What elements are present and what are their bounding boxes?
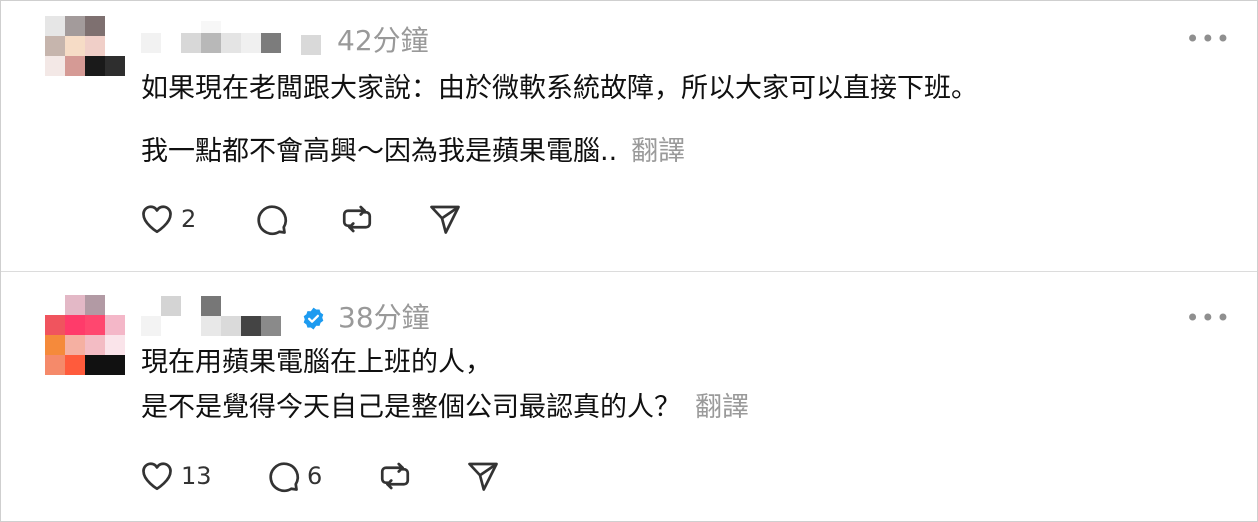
repost-icon [380, 462, 410, 490]
post-timestamp: 42分鐘 [337, 24, 429, 57]
threads-reply-list: 42分鐘 ••• 如果現在老闆跟大家說：由於微軟系統故障，所以大家可以直接下班。… [0, 0, 1258, 522]
reply-post: 38分鐘 ••• 現在用蘋果電腦在上班的人， 是不是覺得今天自己是整個公司最認真… [1, 272, 1257, 521]
heart-icon [142, 462, 172, 491]
send-icon [468, 462, 498, 491]
heart-icon [142, 205, 172, 234]
repost-icon [342, 205, 372, 233]
share-button[interactable] [427, 201, 463, 237]
comment-icon [257, 205, 288, 236]
post-timestamp: 38分鐘 [338, 301, 430, 334]
repost-button[interactable] [339, 201, 375, 237]
post-text-line: 是不是覺得今天自己是整個公司最認真的人？ 翻譯 [141, 391, 749, 425]
like-button[interactable]: 13 [139, 458, 212, 494]
reply-button[interactable]: 6 [265, 458, 322, 494]
share-button[interactable] [465, 458, 501, 494]
verified-badge-icon [303, 307, 324, 330]
translate-link[interactable]: 翻譯 [631, 136, 685, 167]
username-blurred[interactable] [141, 21, 321, 61]
post-text: 是不是覺得今天自己是整個公司最認真的人？ [141, 392, 681, 423]
send-icon [430, 205, 460, 234]
post-text-line: 如果現在老闆跟大家說：由於微軟系統故障，所以大家可以直接下班。 [141, 73, 978, 104]
avatar[interactable] [45, 295, 125, 375]
like-count: 13 [181, 462, 212, 490]
more-icon[interactable]: ••• [1186, 27, 1231, 51]
username-blurred[interactable] [141, 296, 291, 336]
translate-link[interactable]: 翻譯 [695, 392, 749, 423]
post-text: 我一點都不會高興～因為我是蘋果電腦.. [141, 136, 618, 167]
post-text-line: 現在用蘋果電腦在上班的人， [141, 347, 492, 378]
reply-count: 6 [307, 462, 323, 490]
avatar[interactable] [45, 16, 125, 96]
reply-button[interactable] [253, 201, 295, 237]
comment-icon [269, 462, 300, 493]
post-text-line: 我一點都不會高興～因為我是蘋果電腦.. 翻譯 [141, 135, 685, 169]
more-icon[interactable]: ••• [1186, 306, 1231, 330]
like-button[interactable]: 2 [139, 201, 196, 237]
reply-post: 42分鐘 ••• 如果現在老闆跟大家說：由於微軟系統故障，所以大家可以直接下班。… [1, 1, 1257, 271]
repost-button[interactable] [377, 458, 413, 494]
like-count: 2 [181, 205, 197, 233]
